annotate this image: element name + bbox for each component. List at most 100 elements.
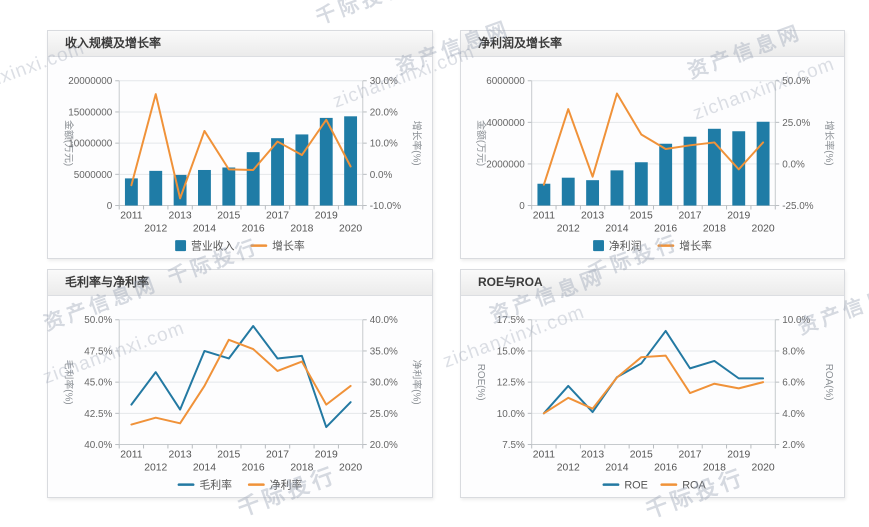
svg-text:2012: 2012 [144, 462, 167, 473]
svg-text:毛利率(%): 毛利率(%) [63, 360, 76, 405]
svg-text:0.0%: 0.0% [370, 170, 393, 181]
margins-chart: 40.0%42.5%45.0%47.5%50.0%20.0%25.0%30.0%… [48, 296, 432, 497]
svg-text:25.0%: 25.0% [370, 409, 398, 420]
svg-text:2014: 2014 [605, 462, 628, 473]
svg-text:45.0%: 45.0% [84, 378, 112, 389]
svg-text:增长率: 增长率 [272, 239, 305, 253]
svg-text:30.0%: 30.0% [370, 76, 398, 87]
legend-item[interactable]: 增长率 [250, 239, 305, 253]
legend-line-swatch [248, 483, 265, 486]
svg-text:2016: 2016 [654, 223, 677, 234]
bar [247, 152, 260, 205]
legend-item[interactable]: 净利润 [593, 239, 642, 253]
svg-text:净利率(%): 净利率(%) [410, 360, 423, 405]
svg-text:2011: 2011 [120, 449, 143, 460]
svg-text:2015: 2015 [217, 210, 240, 221]
series-line [544, 94, 763, 185]
legend-item[interactable]: ROA [660, 480, 706, 492]
svg-text:2012: 2012 [557, 462, 580, 473]
svg-text:2011: 2011 [533, 449, 556, 460]
legend-line-swatch [178, 483, 195, 486]
svg-text:营业收入: 营业收入 [191, 239, 235, 253]
svg-text:50.0%: 50.0% [782, 76, 810, 87]
svg-text:ROA(%): ROA(%) [823, 364, 834, 401]
panel-title-margins: 毛利率与净利率 [48, 270, 432, 296]
panel-title-revenue-growth: 收入规模及增长率 [48, 31, 432, 57]
chart-area-net-profit-growth: 0200000040000006000000-25.0%0.0%25.0%50.… [461, 57, 844, 258]
svg-text:2020: 2020 [752, 462, 775, 473]
legend-item[interactable]: ROE [603, 480, 648, 492]
svg-text:40.0%: 40.0% [84, 440, 112, 451]
svg-text:增长率(%): 增长率(%) [410, 121, 423, 166]
chart-area-revenue-growth: 05000000100000001500000020000000-10.0%0.… [48, 57, 432, 258]
svg-text:2.0%: 2.0% [782, 440, 805, 451]
svg-text:20.0%: 20.0% [370, 107, 398, 118]
svg-text:4000000: 4000000 [486, 118, 525, 129]
svg-text:净利润: 净利润 [609, 239, 642, 253]
revenue-growth-chart: 05000000100000001500000020000000-10.0%0.… [48, 57, 432, 258]
svg-text:金额(万元): 金额(万元) [475, 120, 488, 166]
svg-text:7.5%: 7.5% [502, 440, 525, 451]
bar [344, 116, 357, 205]
svg-text:10.0%: 10.0% [370, 139, 398, 150]
svg-text:2019: 2019 [315, 210, 338, 221]
bar [562, 178, 575, 206]
legend-item[interactable]: 增长率 [657, 239, 712, 253]
svg-text:2020: 2020 [339, 462, 362, 473]
svg-text:2014: 2014 [193, 223, 216, 234]
svg-text:2014: 2014 [605, 223, 628, 234]
svg-text:15.0%: 15.0% [497, 346, 525, 357]
series-line [544, 356, 763, 414]
svg-text:40.0%: 40.0% [370, 315, 398, 326]
svg-text:2017: 2017 [266, 210, 289, 221]
bar [295, 134, 308, 205]
svg-text:ROE: ROE [624, 480, 648, 492]
svg-text:2013: 2013 [581, 449, 604, 460]
svg-text:6000000: 6000000 [486, 76, 525, 87]
panel-net-profit-growth: 净利润及增长率 0200000040000006000000-25.0%0.0%… [460, 30, 845, 259]
svg-text:金额(万元): 金额(万元) [63, 120, 76, 166]
svg-text:2013: 2013 [581, 210, 604, 221]
svg-text:10000000: 10000000 [68, 139, 113, 150]
svg-text:10.0%: 10.0% [497, 409, 525, 420]
svg-text:2017: 2017 [266, 449, 289, 460]
legend-line-swatch [250, 244, 267, 247]
svg-text:-25.0%: -25.0% [782, 201, 814, 212]
svg-text:35.0%: 35.0% [370, 346, 398, 357]
svg-text:2013: 2013 [169, 449, 192, 460]
legend-line-swatch [657, 244, 674, 247]
series-line [131, 326, 350, 427]
svg-text:30.0%: 30.0% [370, 378, 398, 389]
svg-text:20.0%: 20.0% [370, 440, 398, 451]
legend-item[interactable]: 净利率 [248, 478, 303, 492]
svg-text:ROE(%): ROE(%) [475, 364, 486, 401]
bar-series [125, 116, 357, 205]
svg-text:ROA: ROA [682, 480, 706, 492]
svg-text:20000000: 20000000 [68, 76, 113, 87]
bar [586, 180, 599, 205]
legend-line-swatch [660, 483, 677, 486]
legend-item[interactable]: 营业收入 [175, 239, 234, 253]
svg-text:2016: 2016 [242, 223, 265, 234]
svg-text:4.0%: 4.0% [782, 409, 805, 420]
svg-text:增长率(%): 增长率(%) [823, 121, 836, 166]
svg-text:2000000: 2000000 [486, 159, 525, 170]
legend-bar-swatch [175, 240, 186, 251]
net-profit-growth-chart: 0200000040000006000000-25.0%0.0%25.0%50.… [461, 57, 844, 258]
legend-item[interactable]: 毛利率 [178, 478, 233, 492]
svg-text:25.0%: 25.0% [782, 118, 810, 129]
financial-dashboard: 收入规模及增长率 0500000010000000150000002000000… [0, 0, 869, 527]
series-line [131, 94, 350, 198]
svg-text:2013: 2013 [169, 210, 192, 221]
panel-roe-roa: ROE与ROA 7.5%10.0%12.5%15.0%17.5%2.0%4.0%… [460, 269, 845, 498]
bar [659, 144, 672, 206]
svg-text:10.0%: 10.0% [782, 315, 810, 326]
svg-text:8.0%: 8.0% [782, 346, 805, 357]
bar [635, 162, 648, 205]
svg-text:2012: 2012 [144, 223, 167, 234]
bar [757, 122, 770, 206]
bar [708, 129, 721, 206]
svg-text:2017: 2017 [678, 449, 701, 460]
svg-text:2019: 2019 [727, 449, 750, 460]
svg-text:增长率: 增长率 [679, 239, 712, 253]
